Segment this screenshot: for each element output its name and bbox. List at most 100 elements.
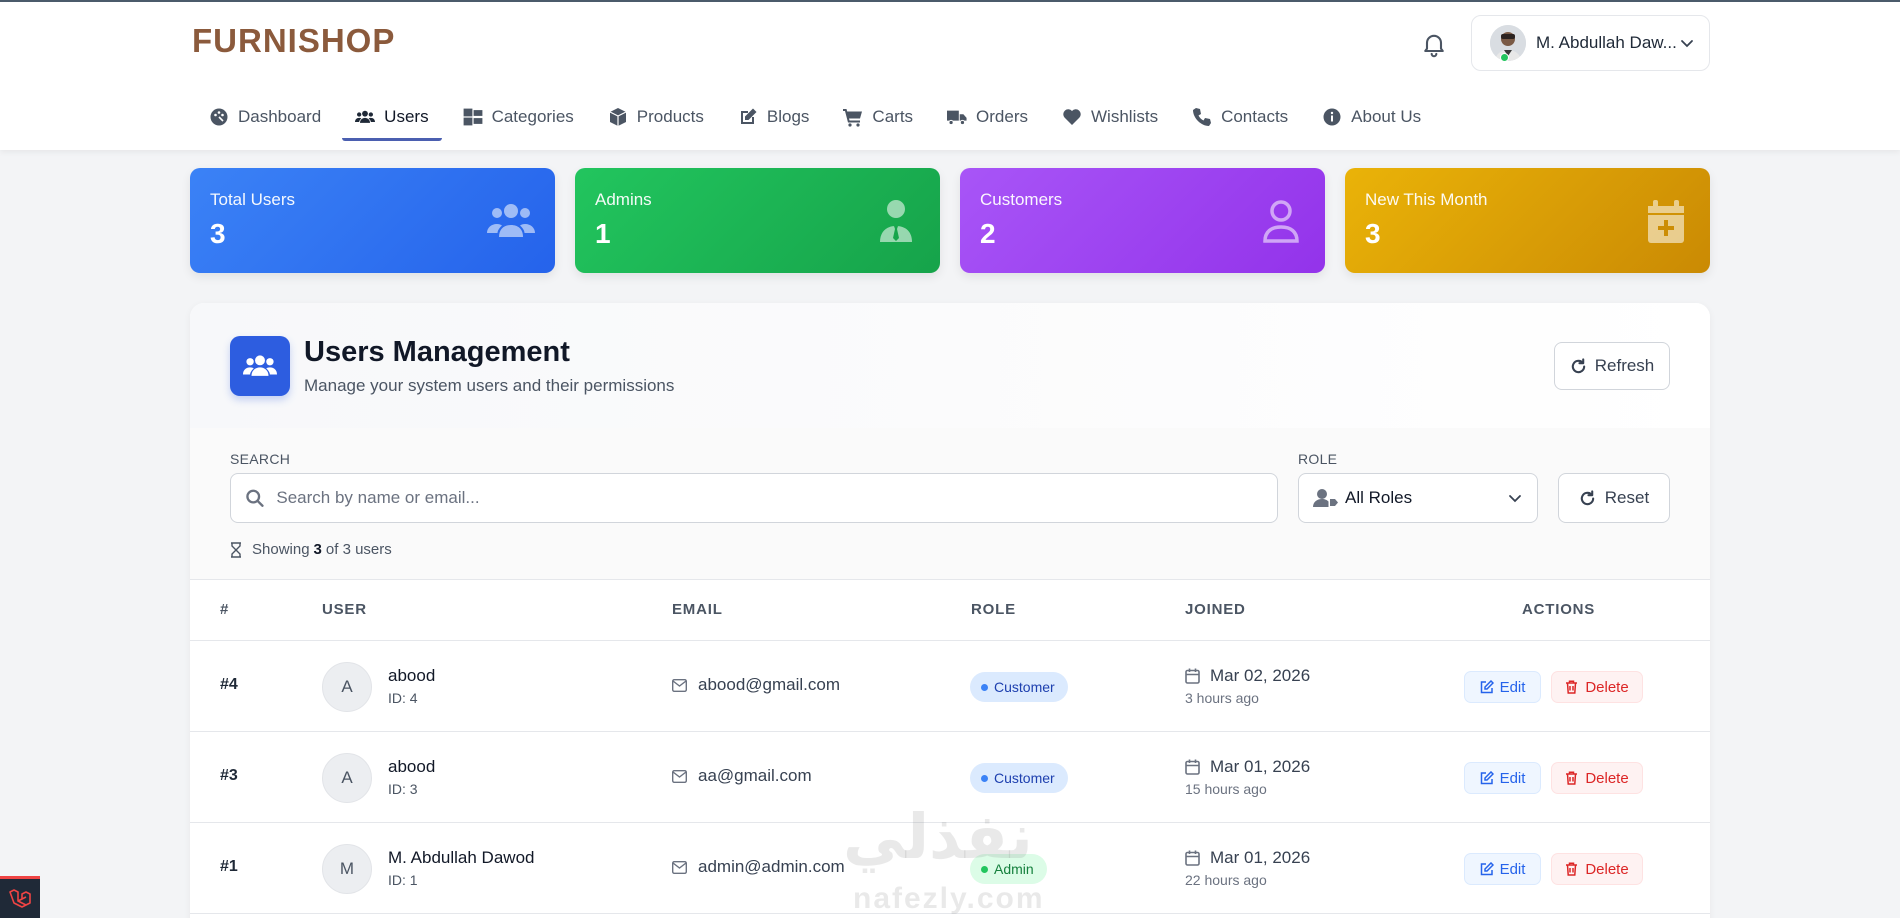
filters-bar: SEARCH ROLE All Roles Reset Showing 3 of… (190, 428, 1710, 580)
role-badge: Admin (970, 854, 1047, 884)
envelope-icon (672, 769, 687, 783)
stat-card-admins: Admins 1 (575, 168, 940, 273)
nav-item-products[interactable]: Products (591, 95, 721, 139)
search-label: SEARCH (230, 451, 291, 467)
info-icon (1323, 108, 1341, 126)
row-id: #1 (220, 858, 238, 875)
delete-button[interactable]: Delete (1551, 671, 1643, 703)
search-input[interactable] (276, 488, 1263, 508)
delete-button[interactable]: Delete (1551, 762, 1643, 794)
nav-label: Dashboard (238, 107, 322, 126)
edit-icon (740, 108, 757, 124)
edit-label: Edit (1499, 678, 1526, 696)
categories-icon (463, 108, 482, 126)
reset-button[interactable]: Reset (1558, 473, 1670, 523)
users-icon (243, 355, 277, 376)
user-menu-button[interactable]: M. Abdullah Daw... (1471, 15, 1710, 71)
email-text: admin@admin.com (698, 857, 845, 876)
column-header-role: ROLE (971, 601, 1016, 618)
user-tag-icon (1313, 489, 1338, 507)
notification-bell-icon[interactable] (1420, 30, 1448, 58)
refresh-button[interactable]: Refresh (1554, 342, 1670, 390)
nav-label: Carts (872, 107, 914, 126)
heart-icon (1063, 109, 1081, 125)
nav-label: Users (384, 107, 429, 126)
page-title: Users Management (304, 336, 570, 368)
user-email: admin@admin.com (672, 857, 845, 877)
user-name: M. Abdullah Daw... (1536, 33, 1677, 52)
role-select-value: All Roles (1345, 488, 1413, 507)
refresh-label: Refresh (1594, 356, 1655, 375)
user-id: ID: 4 (388, 690, 418, 706)
user-icon (1263, 200, 1299, 243)
chevron-down-icon (1509, 495, 1521, 503)
laravel-debugbar-icon[interactable] (0, 876, 40, 918)
email-text: abood@gmail.com (698, 675, 840, 694)
calendar-icon (1185, 668, 1200, 684)
hourglass-icon (231, 541, 241, 558)
truck-icon (947, 110, 967, 125)
nav-item-carts[interactable]: Carts (826, 95, 930, 139)
calendar-plus-icon (1648, 200, 1684, 243)
user-id: ID: 3 (388, 781, 418, 797)
reset-label: Reset (1604, 488, 1650, 507)
refresh-icon (1580, 489, 1594, 505)
role-text: Customer (994, 679, 1055, 695)
user-name: M. Abdullah Dawod (388, 848, 535, 867)
nav-label: Categories (491, 107, 574, 126)
nav-item-blogs[interactable]: Blogs (721, 95, 827, 139)
column-header-email: EMAIL (672, 601, 723, 618)
column-header-user: USER (322, 601, 367, 618)
email-text: aa@gmail.com (698, 766, 812, 785)
search-icon (246, 489, 264, 507)
column-header-actions: ACTIONS (1522, 601, 1596, 618)
user-email: aa@gmail.com (672, 766, 812, 786)
brand-logo[interactable]: FURNISHOP (192, 22, 395, 60)
search-field[interactable] (230, 473, 1278, 523)
edit-button[interactable]: Edit (1464, 762, 1541, 794)
nav-label: Wishlists (1091, 107, 1159, 126)
role-text: Customer (994, 770, 1055, 786)
row-id: #3 (220, 767, 238, 784)
delete-button[interactable]: Delete (1551, 853, 1643, 885)
users-icon (487, 204, 535, 237)
stat-card-new-this-month: New This Month 3 (1345, 168, 1710, 273)
showing-suffix: of 3 users (325, 541, 392, 558)
role-label: ROLE (1298, 451, 1338, 467)
stat-card-customers: Customers 2 (960, 168, 1325, 273)
nav-item-dashboard[interactable]: Dashboard (192, 95, 338, 139)
user-id: ID: 1 (388, 872, 418, 888)
nav-item-orders[interactable]: Orders (930, 95, 1045, 139)
edit-icon (1480, 862, 1494, 876)
role-select[interactable]: All Roles (1298, 473, 1538, 523)
edit-button[interactable]: Edit (1464, 671, 1541, 703)
nav-item-users[interactable]: Users (338, 95, 445, 141)
nav-item-about-us[interactable]: About Us (1305, 95, 1438, 139)
users-icon (355, 110, 376, 123)
role-text: Admin (994, 861, 1034, 877)
page-subtitle: Manage your system users and their permi… (304, 376, 675, 395)
edit-button[interactable]: Edit (1464, 853, 1541, 885)
refresh-icon (1571, 357, 1585, 373)
nav-item-contacts[interactable]: Contacts (1175, 95, 1305, 139)
edit-icon (1480, 771, 1494, 785)
palette-icon (210, 108, 228, 126)
main-nav: Dashboard Users Categories Products Blog… (192, 95, 1438, 141)
phone-icon (1193, 108, 1212, 126)
trash-icon (1566, 862, 1578, 876)
date-text: Mar 02, 2026 (1210, 666, 1311, 685)
edit-label: Edit (1499, 860, 1526, 878)
results-count: Showing 3 of 3 users (230, 541, 392, 558)
nav-item-categories[interactable]: Categories (446, 95, 591, 139)
nav-label: Products (636, 107, 704, 126)
showing-prefix: Showing (252, 541, 310, 558)
nav-item-wishlists[interactable]: Wishlists (1045, 95, 1175, 139)
calendar-icon (1185, 850, 1200, 866)
date-text: Mar 01, 2026 (1210, 757, 1311, 776)
date-text: Mar 01, 2026 (1210, 848, 1311, 867)
delete-label: Delete (1585, 860, 1629, 878)
trash-icon (1566, 771, 1578, 785)
stat-card-total-users: Total Users 3 (190, 168, 555, 273)
role-badge: Customer (970, 763, 1068, 793)
column-header-id: # (220, 601, 230, 618)
